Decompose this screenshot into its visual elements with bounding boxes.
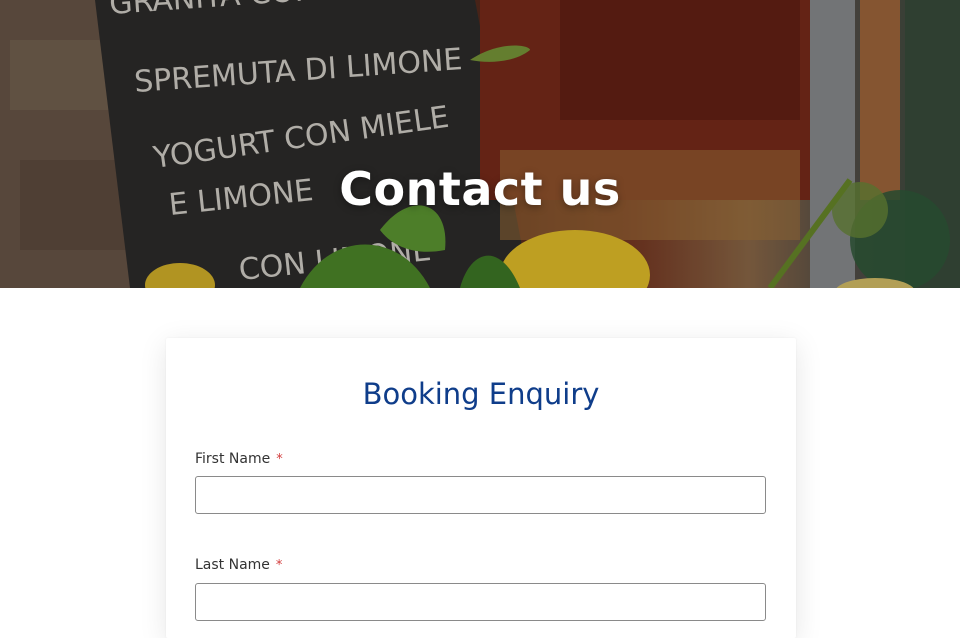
last-name-field[interactable] [195,583,766,621]
page-title: Contact us [339,162,621,216]
last-name-label: Last Name * [195,556,282,575]
hero-banner: GRANITA CON VOGRA SPREMUTA DI LIMONE YOG… [0,0,960,288]
first-name-field[interactable] [195,476,766,514]
required-marker: * [276,452,283,467]
required-marker: * [275,558,283,573]
last-name-label-text: Last Name [195,557,270,573]
hero-overlay [0,0,960,288]
first-name-label-text: First Name [195,451,271,467]
first-name-label: First Name * [195,450,283,469]
form-title: Booking Enquiry [362,377,600,411]
booking-enquiry-form: Booking Enquiry First Name * Last Name * [166,338,796,638]
